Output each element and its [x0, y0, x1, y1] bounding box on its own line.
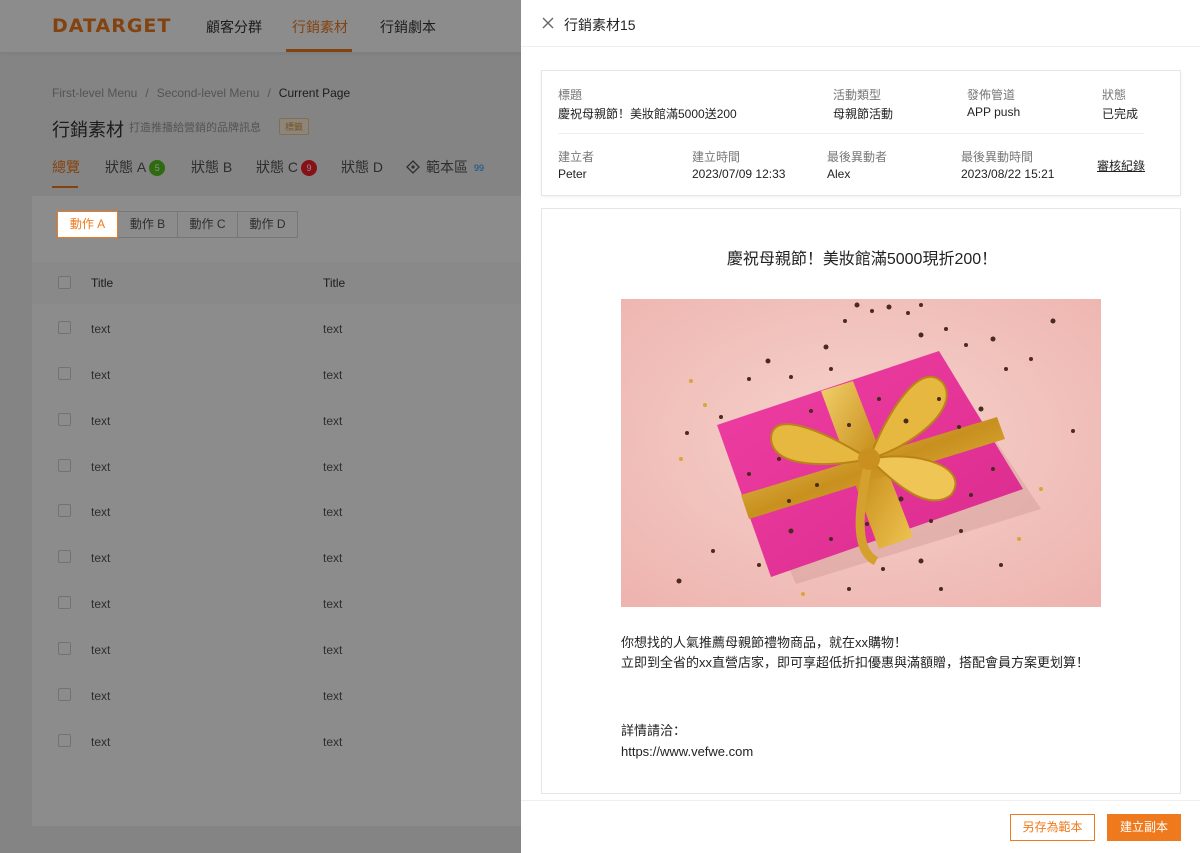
creator-value: Peter: [558, 167, 587, 181]
action-a-button[interactable]: 動作 A: [57, 211, 118, 238]
last-modified-time-value: 2023/08/22 15:21: [961, 167, 1055, 181]
content-preview: 慶祝母親節！美妝館滿5000現折200！ 你想找的人氣推薦母親節禮物商品，就在x…: [541, 208, 1181, 794]
contact-url[interactable]: https://www.vefwe.com: [621, 741, 753, 762]
info-divider: [558, 133, 1144, 134]
status-value: 已完成: [1102, 107, 1139, 121]
last-modifier-value: Alex: [827, 167, 851, 181]
preview-headline: 慶祝母親節！美妝館滿5000現折200！: [726, 251, 998, 268]
gift-box-image: [621, 299, 1101, 607]
info-card: 標題 慶祝母親節！美妝館滿5000送200 活動類型 母親節活動 發佈管道 AP…: [541, 70, 1181, 196]
channel-label: 發佈管道: [967, 88, 1016, 102]
activity-type-value: 母親節活動: [833, 107, 894, 121]
audit-record-link[interactable]: 審核紀錄: [1097, 157, 1145, 174]
activity-type-label: 活動類型: [833, 88, 882, 102]
create-copy-button[interactable]: 建立副本: [1107, 814, 1181, 841]
gift-box-illustration: [621, 299, 1101, 607]
detail-drawer: 行銷素材15 標題 慶祝母親節！美妝館滿5000送200 活動類型 母親節活動 …: [521, 0, 1200, 853]
contact-label: 詳情請洽：: [621, 723, 687, 738]
created-time-label: 建立時間: [692, 150, 741, 164]
preview-contact: 詳情請洽： https://www.vefwe.com: [621, 720, 753, 762]
creator-label: 建立者: [558, 150, 595, 164]
save-as-template-button[interactable]: 另存為範本: [1010, 814, 1095, 841]
created-time-value: 2023/07/09 12:33: [692, 167, 786, 181]
title-value: 慶祝母親節！美妝館滿5000送200: [558, 107, 737, 121]
title-label: 標題: [558, 88, 583, 102]
last-modified-time-label: 最後異動時間: [961, 150, 1034, 164]
preview-body-line: 立即到全省的xx直營店家，即可享超低折扣優惠與滿額贈，搭配會員方案更划算！: [621, 655, 1090, 670]
close-icon[interactable]: [541, 16, 555, 30]
drawer-footer: 另存為範本 建立副本: [521, 800, 1200, 853]
status-label: 狀態: [1102, 88, 1127, 102]
channel-value: APP push: [967, 105, 1021, 119]
drawer-header: 行銷素材15: [521, 0, 1200, 47]
modal-backdrop[interactable]: [0, 0, 521, 853]
last-modifier-label: 最後異動者: [827, 150, 888, 164]
preview-body-line: 你想找的人氣推薦母親節禮物商品，就在xx購物！: [621, 635, 908, 650]
drawer-title: 行銷素材15: [564, 17, 636, 33]
preview-body-text: 你想找的人氣推薦母親節禮物商品，就在xx購物！ 立即到全省的xx直營店家，即可享…: [621, 633, 1101, 673]
